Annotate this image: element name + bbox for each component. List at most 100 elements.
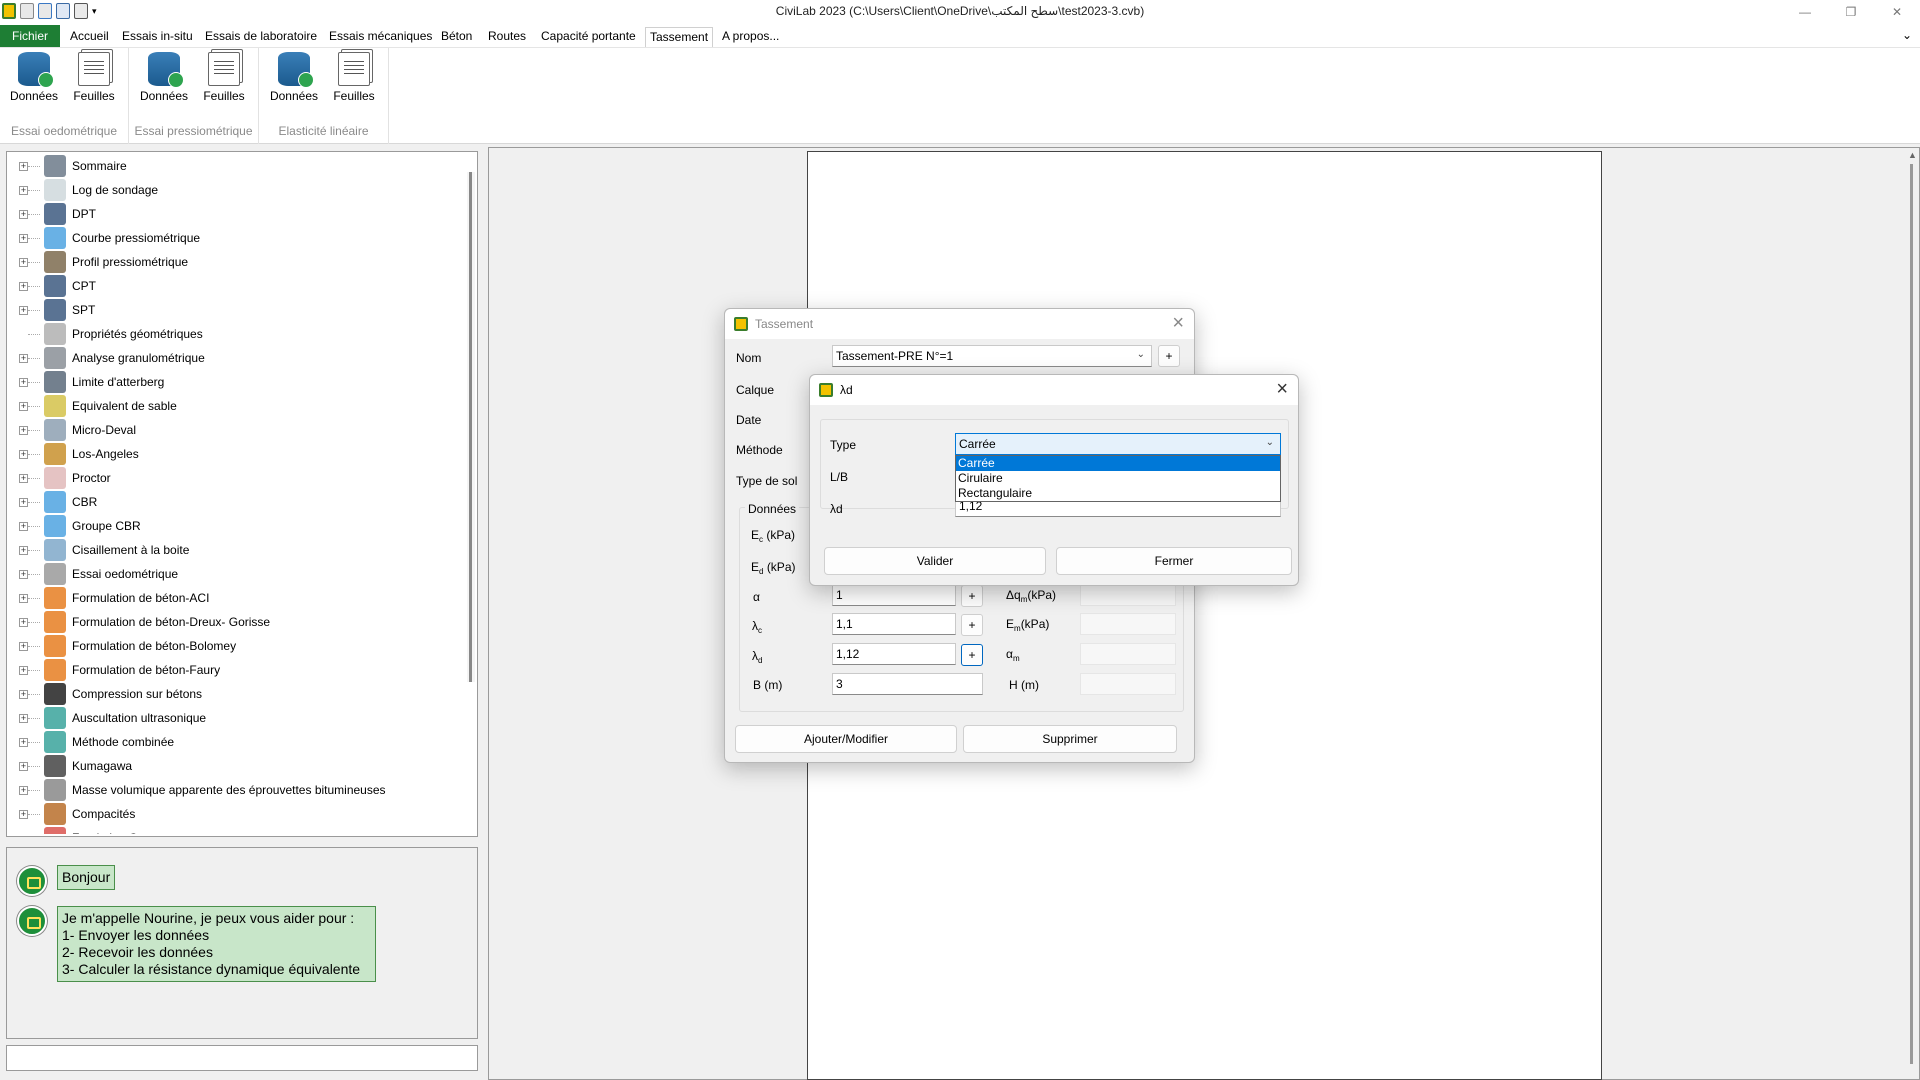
expand-icon[interactable]: +: [19, 713, 28, 723]
ribbon-collapse-icon[interactable]: ⌄: [1902, 28, 1912, 42]
nom-combo[interactable]: Tassement-PRE N°=1 ⌄: [832, 345, 1152, 367]
close-icon[interactable]: ×: [1172, 312, 1184, 335]
tree-item[interactable]: + Sommaire: [7, 154, 463, 178]
scroll-up-icon[interactable]: ▲: [1908, 150, 1917, 160]
pressio-donnees-button[interactable]: Données: [136, 52, 192, 103]
tree-item[interactable]: + Compacités: [7, 802, 463, 826]
scrollbar-thumb[interactable]: [1910, 164, 1913, 1064]
tree-item[interactable]: + Los-Angeles: [7, 442, 463, 466]
lambda-c-plus-button[interactable]: +: [961, 614, 983, 636]
alpha-input[interactable]: 1: [832, 584, 956, 606]
menu-fichier[interactable]: Fichier: [0, 25, 60, 47]
lambda-d-input[interactable]: 1,12: [832, 643, 956, 665]
expand-icon[interactable]: +: [19, 617, 28, 627]
expand-icon[interactable]: +: [19, 545, 28, 555]
tree-scrollbar[interactable]: [467, 172, 475, 682]
expand-icon[interactable]: +: [19, 185, 28, 195]
expand-icon[interactable]: +: [19, 833, 28, 834]
valider-button[interactable]: Valider: [824, 547, 1046, 575]
tree-item[interactable]: + Cisaillement à la boite: [7, 538, 463, 562]
scrollbar-thumb[interactable]: [469, 172, 472, 682]
expand-icon[interactable]: +: [19, 809, 28, 819]
expand-icon[interactable]: +: [19, 449, 28, 459]
tree-item[interactable]: + Méthode combinée: [7, 730, 463, 754]
b-input[interactable]: 3: [832, 673, 983, 695]
tree-item[interactable]: + Log de sondage: [7, 178, 463, 202]
tree-item[interactable]: + CBR: [7, 490, 463, 514]
expand-icon[interactable]: +: [19, 161, 28, 171]
alpha-plus-button[interactable]: +: [961, 585, 983, 607]
add-nom-button[interactable]: +: [1158, 345, 1180, 367]
close-icon[interactable]: ×: [1276, 378, 1288, 401]
expand-icon[interactable]: +: [19, 233, 28, 243]
type-combo[interactable]: Carrée ⌄: [955, 433, 1281, 455]
tree-item[interactable]: + Formulation de béton-ACI: [7, 586, 463, 610]
menu-accueil[interactable]: Accueil: [66, 27, 113, 47]
tree-item[interactable]: + Formulation de béton-Faury: [7, 658, 463, 682]
expand-icon[interactable]: +: [19, 737, 28, 747]
tree-item[interactable]: + Analyse granulométrique: [7, 346, 463, 370]
expand-icon[interactable]: +: [19, 209, 28, 219]
tree-item[interactable]: Propriétés géométriques: [7, 322, 463, 346]
tree-item[interactable]: + Essai oedométrique: [7, 562, 463, 586]
fermer-button[interactable]: Fermer: [1056, 547, 1292, 575]
expand-icon[interactable]: +: [19, 473, 28, 483]
ajouter-modifier-button[interactable]: Ajouter/Modifier: [735, 725, 957, 753]
expand-icon[interactable]: +: [19, 785, 28, 795]
menu-essais-laboratoire[interactable]: Essais de laboratoire: [201, 27, 321, 47]
expand-icon[interactable]: +: [19, 257, 28, 267]
assistant-input[interactable]: [6, 1045, 478, 1071]
menu-a-propos[interactable]: A propos...: [718, 27, 783, 47]
elast-feuilles-button[interactable]: Feuilles: [326, 52, 382, 103]
elast-donnees-button[interactable]: Données: [266, 52, 322, 103]
menu-routes[interactable]: Routes: [484, 27, 530, 47]
option-circulaire[interactable]: Cirulaire: [956, 471, 1280, 486]
tree-item[interactable]: + Micro-Deval: [7, 418, 463, 442]
tree-item[interactable]: + Compression sur bétons: [7, 682, 463, 706]
tree-item[interactable]: + CPT: [7, 274, 463, 298]
restore-icon[interactable]: ❐: [1828, 0, 1874, 24]
tree-item[interactable]: + DPT: [7, 202, 463, 226]
lambda-c-input[interactable]: 1,1: [832, 613, 956, 635]
minimize-icon[interactable]: —: [1782, 0, 1828, 24]
menu-essais-mecaniques[interactable]: Essais mécaniques: [325, 27, 436, 47]
close-icon[interactable]: ✕: [1874, 0, 1920, 24]
type-dropdown-list[interactable]: Carrée Cirulaire Rectangulaire: [955, 455, 1281, 502]
expand-icon[interactable]: +: [19, 665, 28, 675]
tree-item[interactable]: + Limite d'atterberg: [7, 370, 463, 394]
expand-icon[interactable]: +: [19, 353, 28, 363]
tree-item[interactable]: + Groupe CBR: [7, 514, 463, 538]
menu-tassement[interactable]: Tassement: [645, 27, 714, 47]
option-rectangulaire[interactable]: Rectangulaire: [956, 486, 1280, 501]
tree-item[interactable]: + Formulation de béton-Dreux- Gorisse: [7, 610, 463, 634]
tree-item[interactable]: + Auscultation ultrasonique: [7, 706, 463, 730]
menu-capacite-portante[interactable]: Capacité portante: [537, 27, 640, 47]
tree-item[interactable]: + Fondation C-φ: [7, 826, 463, 834]
workspace-scrollbar[interactable]: ▲: [1904, 150, 1918, 1076]
expand-icon[interactable]: +: [19, 281, 28, 291]
expand-icon[interactable]: +: [19, 641, 28, 651]
expand-icon[interactable]: +: [19, 305, 28, 315]
tree-item[interactable]: + Masse volumique apparente des éprouvett…: [7, 778, 463, 802]
supprimer-button[interactable]: Supprimer: [963, 725, 1177, 753]
menu-beton[interactable]: Béton: [437, 27, 476, 47]
oedo-donnees-button[interactable]: Données: [6, 52, 62, 103]
expand-icon[interactable]: +: [19, 377, 28, 387]
expand-icon[interactable]: +: [19, 761, 28, 771]
tree-item[interactable]: + SPT: [7, 298, 463, 322]
expand-icon[interactable]: +: [19, 569, 28, 579]
expand-icon[interactable]: +: [19, 521, 28, 531]
pressio-feuilles-button[interactable]: Feuilles: [196, 52, 252, 103]
expand-icon[interactable]: +: [19, 689, 28, 699]
tree-item[interactable]: + Profil pressiométrique: [7, 250, 463, 274]
expand-icon[interactable]: +: [19, 497, 28, 507]
expand-icon[interactable]: +: [19, 425, 28, 435]
expand-icon[interactable]: +: [19, 593, 28, 603]
tree-item[interactable]: + Proctor: [7, 466, 463, 490]
oedo-feuilles-button[interactable]: Feuilles: [66, 52, 122, 103]
option-carree[interactable]: Carrée: [956, 456, 1280, 471]
tree-item[interactable]: + Courbe pressiométrique: [7, 226, 463, 250]
tree-item[interactable]: + Equivalent de sable: [7, 394, 463, 418]
lambda-d-plus-button[interactable]: +: [961, 644, 983, 666]
expand-icon[interactable]: [19, 330, 28, 339]
